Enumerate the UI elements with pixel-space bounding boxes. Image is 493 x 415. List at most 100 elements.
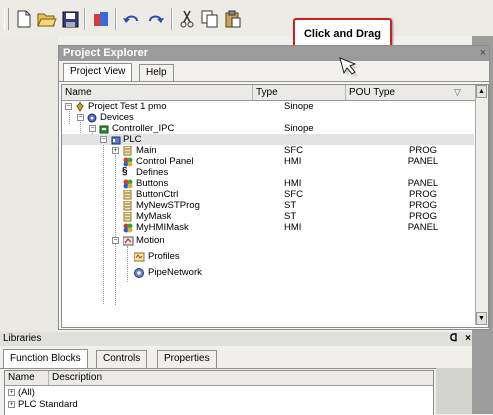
- column-header-description[interactable]: Description: [49, 371, 433, 385]
- libraries-controls: ᗡ ×: [450, 332, 471, 346]
- column-header-name[interactable]: Name: [5, 371, 49, 385]
- tree-row[interactable]: − Project Test 1 pmo Sinope: [62, 101, 474, 112]
- cut-icon[interactable]: [177, 9, 197, 29]
- pin-icon[interactable]: ᗡ: [450, 333, 458, 344]
- libraries-tabs: Function Blocks Controls Properties: [0, 346, 472, 369]
- tree-row-selected[interactable]: − PLC: [62, 134, 474, 145]
- tree-row[interactable]: Profiles: [62, 251, 474, 262]
- tree-row-pou-type: PANEL: [407, 222, 439, 233]
- scroll-up-icon[interactable]: ▲: [476, 85, 487, 98]
- filter-icon[interactable]: ▽: [454, 87, 461, 98]
- tree-row-label: MyMask: [136, 211, 172, 222]
- tree-row[interactable]: MyMask ST PROG: [62, 211, 474, 222]
- library-row[interactable]: + PLC Standard: [7, 399, 419, 410]
- close-icon[interactable]: ×: [480, 46, 486, 61]
- sfc-program-icon: [123, 145, 132, 156]
- open-folder-icon[interactable]: [37, 9, 57, 29]
- tree-row-type: HMI: [284, 156, 302, 167]
- tree-row-type: HMI: [284, 178, 302, 189]
- copy-icon[interactable]: [200, 9, 220, 29]
- collapse-toggle[interactable]: −: [65, 103, 72, 110]
- tree-row[interactable]: + Main SFC PROG: [62, 145, 474, 156]
- hmi-panel-icon: [123, 157, 133, 167]
- tree-row-label: MyNewSTProg: [136, 200, 200, 211]
- st-program-icon: [123, 200, 132, 211]
- tree-row-label: PLC: [123, 134, 142, 145]
- tree-row-label: Profiles: [148, 251, 180, 262]
- tree-row-label: PipeNetwork: [148, 267, 202, 278]
- devices-icon: [87, 113, 97, 123]
- library-row[interactable]: + (All): [7, 387, 419, 398]
- hmi-panel-icon: [123, 223, 133, 233]
- controller-icon: [99, 124, 109, 134]
- tree-vertical-scrollbar[interactable]: ▲ ▼: [475, 85, 488, 325]
- tree-row-type: Sinope: [284, 123, 314, 134]
- project-explorer-window[interactable]: Project Explorer × Project View Help Nam…: [58, 45, 490, 330]
- tree-row-label: Devices: [100, 112, 134, 123]
- profiles-folder-icon: [133, 252, 145, 262]
- defines-icon: §: [122, 166, 128, 177]
- expand-toggle[interactable]: +: [8, 389, 15, 396]
- tree-row-label: Defines: [136, 167, 169, 178]
- project-icon[interactable]: [91, 9, 111, 29]
- tree-row-label: Project Test 1 pmo: [88, 101, 167, 112]
- tab-help[interactable]: Help: [139, 64, 174, 81]
- tab-controls[interactable]: Controls: [96, 350, 148, 368]
- tree-row-type: Sinope: [284, 101, 314, 112]
- tree-row[interactable]: Buttons HMI PANEL: [62, 178, 474, 189]
- scroll-down-icon[interactable]: ▼: [476, 312, 487, 325]
- tree-row-type: ST: [284, 200, 297, 211]
- save-icon[interactable]: [60, 9, 80, 29]
- new-file-icon[interactable]: [14, 9, 34, 29]
- tree-row[interactable]: § Defines: [62, 166, 474, 178]
- collapse-toggle[interactable]: −: [112, 237, 119, 244]
- hmi-panel-icon: [123, 179, 133, 189]
- project-tree[interactable]: Name Type POU Type ▽ − Project Test 1 pm…: [61, 84, 489, 328]
- tab-function-blocks[interactable]: Function Blocks: [3, 349, 88, 368]
- collapse-toggle[interactable]: −: [89, 125, 96, 132]
- library-row-label: (All): [18, 387, 35, 398]
- pipe-network-icon: [134, 268, 144, 278]
- tree-row[interactable]: − Motion: [62, 235, 474, 246]
- expand-toggle[interactable]: +: [112, 147, 119, 154]
- column-header-type[interactable]: Type: [253, 85, 346, 100]
- undo-icon[interactable]: [121, 9, 141, 29]
- tree-row[interactable]: − Controller_IPC Sinope: [62, 123, 474, 134]
- tree-row-type: SFC: [284, 189, 303, 200]
- library-row-label: PLC Standard: [18, 399, 78, 410]
- project-explorer-tabs: Project View Help: [59, 61, 489, 82]
- main-toolbar: [0, 0, 493, 36]
- tree-row[interactable]: − Devices: [62, 112, 474, 123]
- collapse-toggle[interactable]: −: [77, 114, 84, 121]
- tree-row[interactable]: ButtonCtrl SFC PROG: [62, 189, 474, 200]
- project-explorer-title[interactable]: Project Explorer: [59, 46, 489, 61]
- tree-row[interactable]: PipeNetwork: [62, 267, 474, 278]
- tree-row-type: SFC: [284, 145, 303, 156]
- expand-toggle[interactable]: +: [8, 401, 15, 408]
- tree-row-pou-type: PROG: [409, 145, 437, 156]
- tree-row[interactable]: MyNewSTProg ST PROG: [62, 200, 474, 211]
- toolbar-grip[interactable]: [4, 8, 9, 30]
- project-icon: [75, 102, 84, 112]
- tree-row[interactable]: MyHMIMask HMI PANEL: [62, 222, 474, 233]
- tab-properties[interactable]: Properties: [157, 350, 217, 368]
- tab-project-view[interactable]: Project View: [63, 63, 133, 81]
- sfc-program-icon: [123, 189, 132, 200]
- collapse-toggle[interactable]: −: [100, 136, 107, 143]
- tree-row-pou-type: PANEL: [407, 156, 439, 167]
- motion-icon: [122, 236, 134, 246]
- libraries-list[interactable]: Name Description + (All) + PLC Standard: [4, 370, 434, 415]
- tree-row-pou-type: PROG: [409, 189, 437, 200]
- tree-row-type: HMI: [284, 222, 302, 233]
- tree-row-label: ButtonCtrl: [136, 189, 179, 200]
- left-dock-area: [0, 36, 58, 332]
- redo-icon[interactable]: [146, 9, 166, 29]
- close-icon[interactable]: ×: [465, 333, 471, 344]
- column-header-name[interactable]: Name: [62, 85, 253, 100]
- tree-row-pou-type: PROG: [409, 211, 437, 222]
- mouse-pointer-icon: [337, 56, 365, 91]
- tree-row-pou-type: PROG: [409, 200, 437, 211]
- paste-icon[interactable]: [223, 9, 243, 29]
- empty-panel-area: [436, 368, 472, 414]
- libraries-title: Libraries: [0, 332, 472, 346]
